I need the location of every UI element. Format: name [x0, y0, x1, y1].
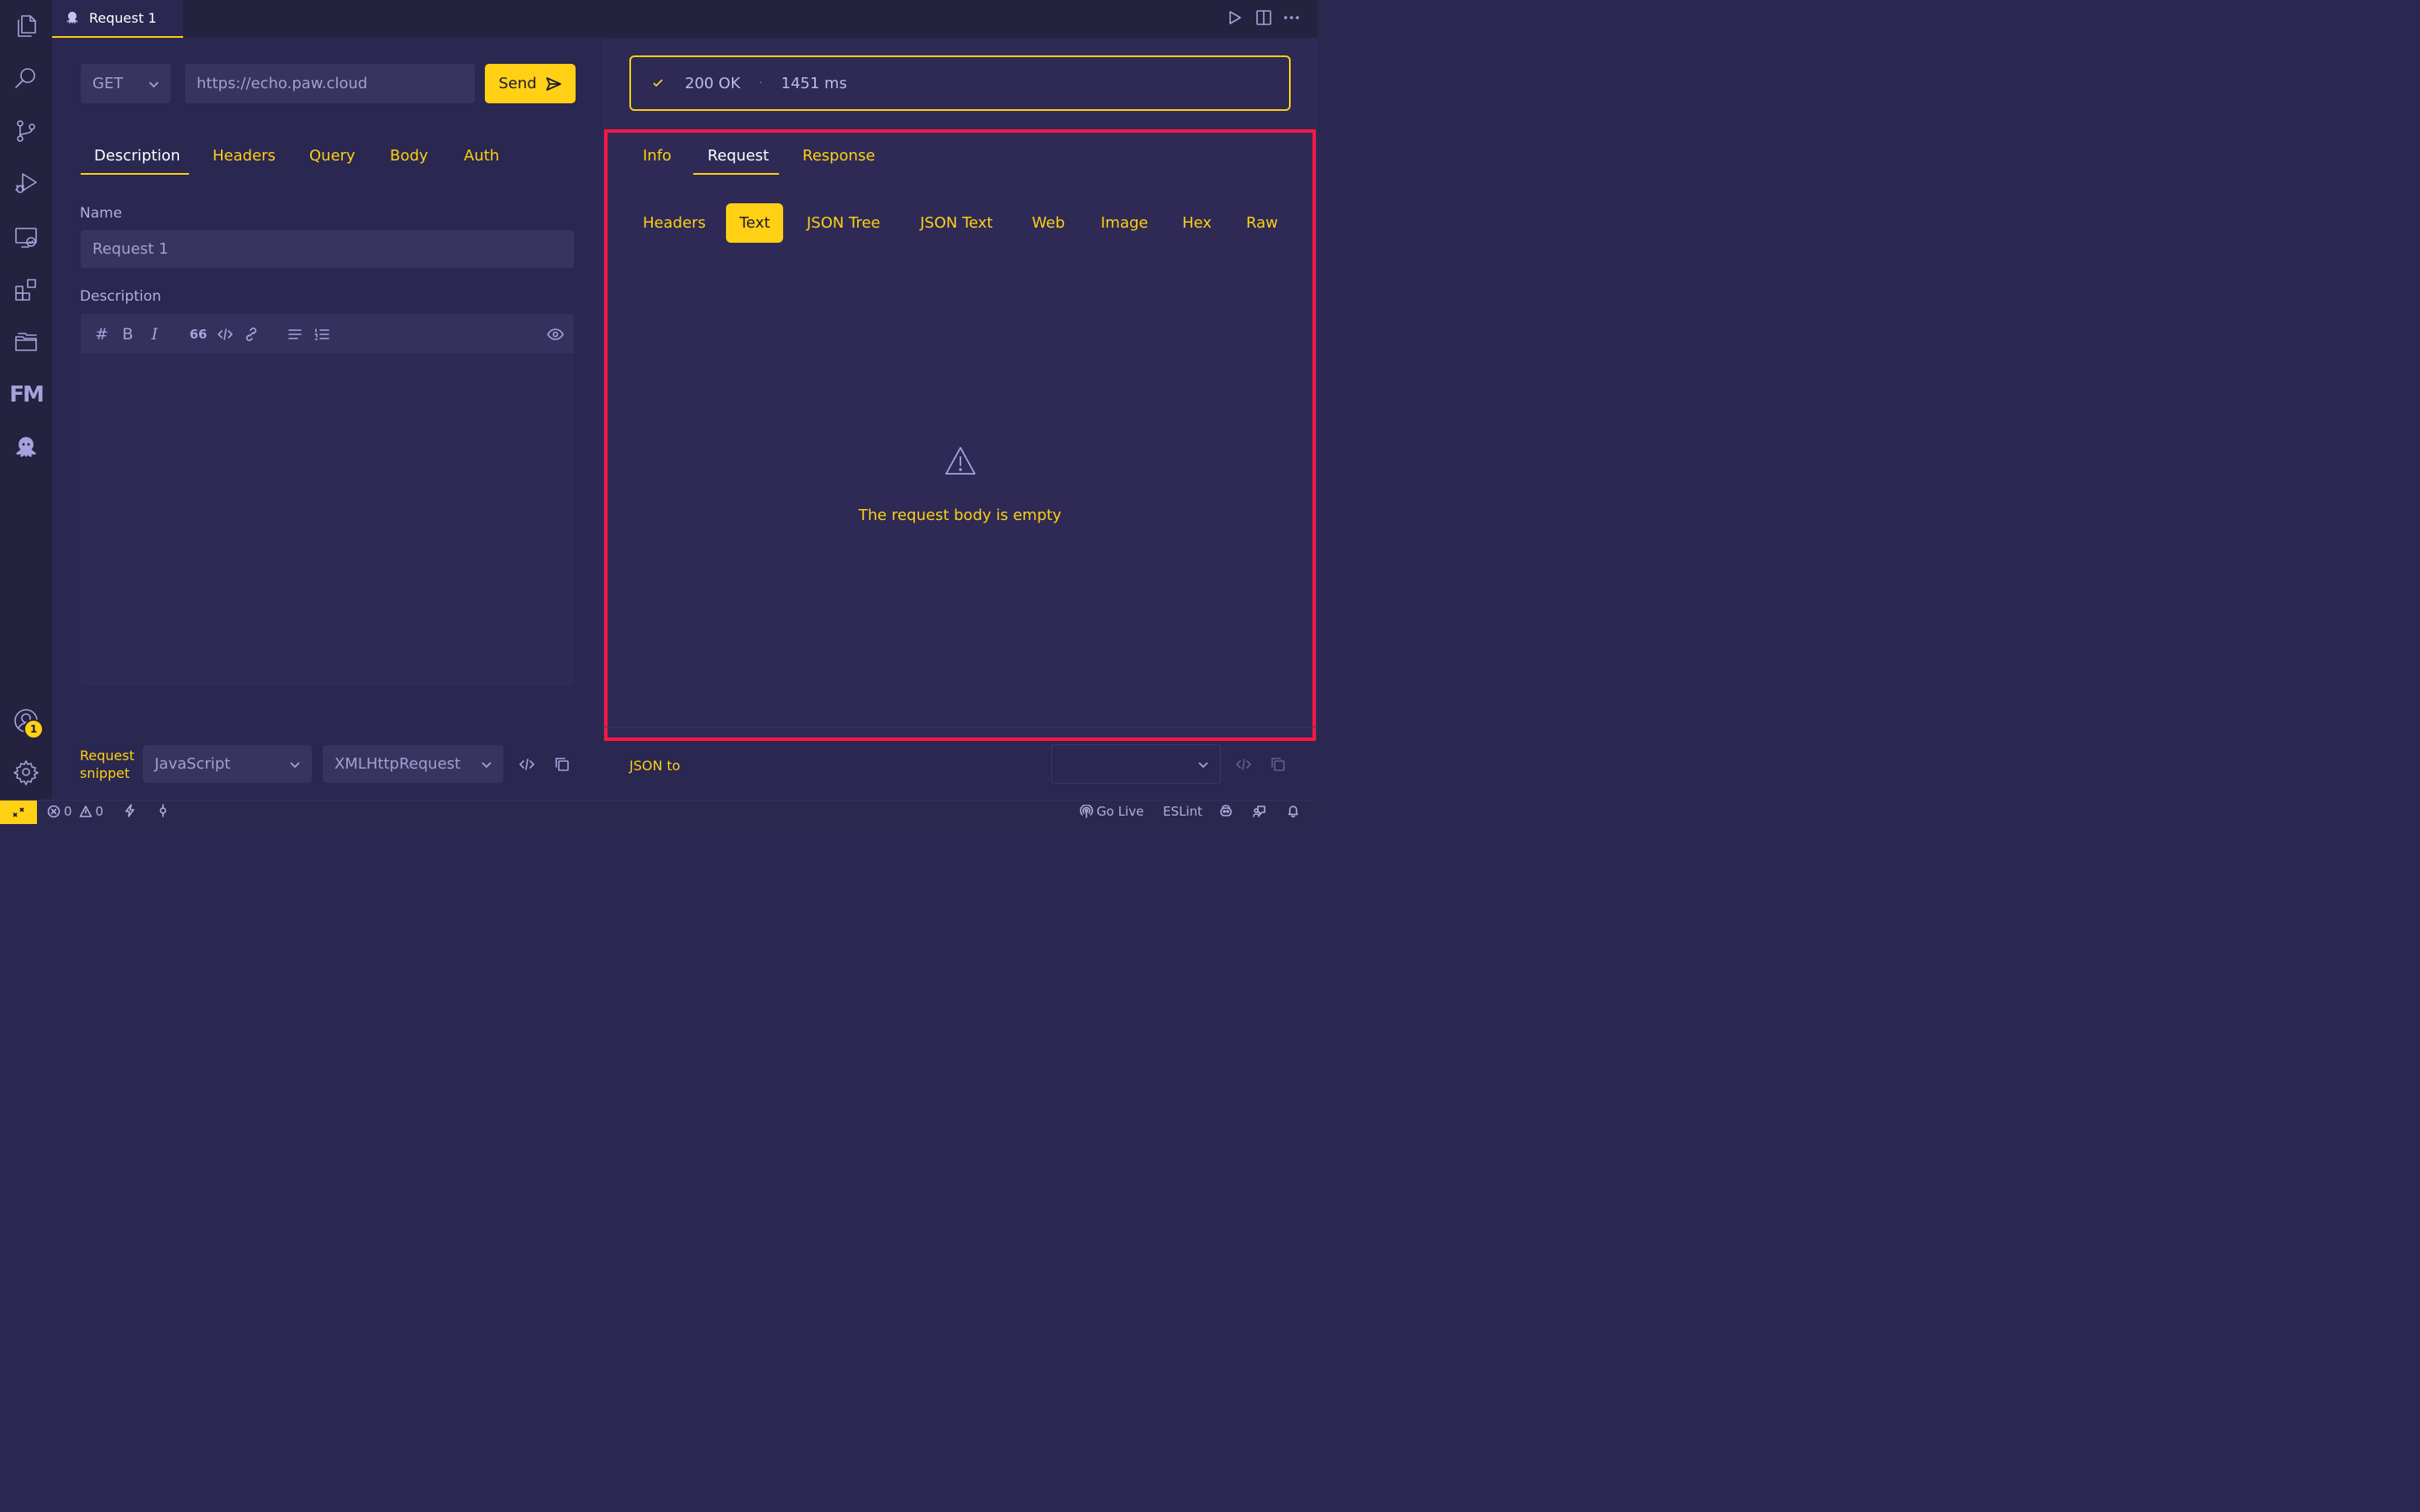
- more-actions-icon[interactable]: [1282, 8, 1302, 29]
- split-editor-icon[interactable]: [1255, 8, 1275, 29]
- ordered-list-icon[interactable]: [312, 324, 332, 344]
- tab-request[interactable]: Request: [708, 147, 769, 165]
- link-icon[interactable]: [241, 324, 261, 344]
- chevron-down-icon: [1197, 758, 1210, 771]
- quote-icon[interactable]: 66: [188, 324, 208, 344]
- paw-octopus-icon[interactable]: [11, 432, 41, 462]
- json-to-footer: JSON to: [602, 741, 1318, 800]
- request-pane: GET https://echo.paw.cloud Send Descript…: [52, 38, 602, 800]
- copilot-icon[interactable]: [1219, 804, 1233, 817]
- editor-tab-bar: Request 1: [52, 0, 1318, 38]
- feedback-icon[interactable]: [1253, 804, 1266, 817]
- italic-icon[interactable]: I: [145, 324, 165, 344]
- remote-indicator-button[interactable]: [0, 801, 37, 824]
- response-time: 1451 ms: [781, 74, 847, 92]
- folders-icon[interactable]: [11, 327, 41, 357]
- name-input[interactable]: Request 1: [81, 230, 574, 268]
- status-bar: 0 0 Go Live ESLint: [0, 800, 1318, 824]
- bell-icon[interactable]: [1286, 804, 1300, 817]
- send-icon: [545, 76, 561, 91]
- eslint-status[interactable]: ESLint: [1163, 804, 1202, 819]
- url-input[interactable]: https://echo.paw.cloud: [185, 64, 475, 103]
- request-snippet-label: Request snippet: [80, 748, 134, 781]
- tab-response[interactable]: Response: [802, 147, 875, 165]
- explorer-icon[interactable]: [11, 11, 41, 41]
- view-tab-json-tree[interactable]: JSON Tree: [793, 203, 894, 243]
- run-debug-icon[interactable]: [11, 168, 41, 198]
- active-tab-indicator: [693, 173, 779, 175]
- code-snippet-icon[interactable]: [517, 754, 537, 774]
- description-label: Description: [80, 288, 161, 305]
- view-tab-text[interactable]: Text: [726, 203, 784, 243]
- editor-tab-title: Request 1: [89, 10, 157, 26]
- fm-logo-icon[interactable]: FM: [9, 380, 45, 410]
- accounts-badge: 1: [24, 719, 44, 739]
- paw-tab-icon: [66, 11, 78, 24]
- copy-icon[interactable]: [1268, 754, 1288, 774]
- method-select[interactable]: GET: [81, 64, 171, 103]
- warning-icon: [944, 444, 977, 478]
- error-icon: [47, 805, 60, 818]
- view-tab-image[interactable]: Image: [1087, 203, 1161, 243]
- copy-icon[interactable]: [552, 754, 572, 774]
- run-icon[interactable]: [1225, 8, 1245, 29]
- send-button[interactable]: Send: [485, 64, 576, 103]
- lightning-icon[interactable]: [124, 804, 137, 817]
- search-icon[interactable]: [11, 63, 41, 93]
- view-tab-headers[interactable]: Headers: [629, 203, 719, 243]
- problems-indicator[interactable]: 0 0: [47, 804, 103, 819]
- tab-headers[interactable]: Headers: [213, 147, 276, 165]
- warning-icon: [79, 806, 92, 817]
- view-tab-web[interactable]: Web: [1018, 203, 1078, 243]
- unordered-list-icon[interactable]: [285, 324, 305, 344]
- remote-explorer-icon[interactable]: [11, 223, 41, 253]
- response-status: 200 OK · 1451 ms: [629, 55, 1291, 111]
- bold-icon[interactable]: B: [118, 324, 138, 344]
- description-editor[interactable]: # B I 66: [81, 313, 574, 685]
- snippet-language-select[interactable]: JavaScript: [143, 745, 312, 783]
- chevron-down-icon: [480, 758, 493, 771]
- tab-query[interactable]: Query: [309, 147, 355, 165]
- tab-auth[interactable]: Auth: [464, 147, 499, 165]
- extensions-icon[interactable]: [11, 275, 41, 305]
- editor-toolbar: # B I 66: [82, 314, 573, 354]
- activity-bar: FM 1: [0, 0, 52, 800]
- tab-info[interactable]: Info: [643, 147, 671, 165]
- status-code: 200 OK: [685, 74, 741, 92]
- source-control-icon[interactable]: [11, 116, 41, 146]
- editor-tab-request-1[interactable]: Request 1: [52, 0, 183, 38]
- view-tab-raw[interactable]: Raw: [1233, 203, 1292, 243]
- git-commit-icon[interactable]: [156, 804, 170, 817]
- status-separator: ·: [759, 76, 763, 90]
- json-to-label: JSON to: [629, 758, 681, 774]
- preview-eye-icon[interactable]: [545, 324, 566, 344]
- code-snippet-icon[interactable]: [1234, 754, 1254, 774]
- broadcast-icon: [1080, 805, 1093, 818]
- chevron-down-icon: [147, 77, 160, 91]
- check-icon: [653, 79, 663, 87]
- view-tab-json-text[interactable]: JSON Text: [907, 203, 1007, 243]
- code-icon[interactable]: [215, 324, 235, 344]
- tab-description[interactable]: Description: [94, 147, 181, 165]
- remote-icon: [13, 807, 24, 817]
- tab-body[interactable]: Body: [390, 147, 428, 165]
- active-tab-indicator: [81, 173, 189, 175]
- empty-body-message: The request body is empty: [858, 507, 1062, 524]
- snippet-library-select[interactable]: XMLHttpRequest: [323, 745, 503, 783]
- view-tab-hex[interactable]: Hex: [1169, 203, 1225, 243]
- name-label: Name: [80, 205, 123, 222]
- go-live-button[interactable]: Go Live: [1080, 804, 1144, 819]
- chevron-down-icon: [288, 758, 302, 771]
- response-pane: 200 OK · 1451 ms Info Request Response H…: [602, 38, 1318, 800]
- json-to-select[interactable]: [1051, 744, 1221, 784]
- gear-icon[interactable]: [11, 757, 41, 787]
- heading-icon[interactable]: #: [92, 324, 112, 344]
